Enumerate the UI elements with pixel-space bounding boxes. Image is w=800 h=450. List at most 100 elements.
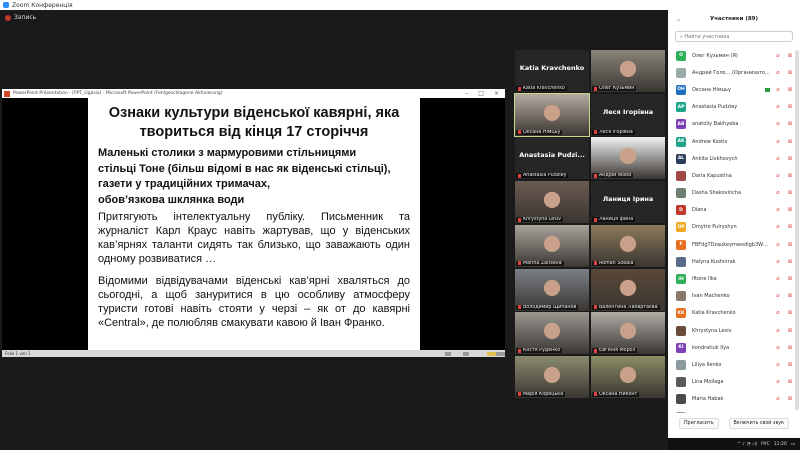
muted-mic-icon[interactable]: ⌀ xyxy=(774,242,782,248)
participant-row[interactable]: Halyna Kushnirak ⌀ ⊠ xyxy=(668,253,794,270)
muted-mic-icon[interactable]: ⌀ xyxy=(774,70,782,76)
participant-row[interactable]: KI kondratiuk Ilya ⌀ ⊠ xyxy=(668,339,794,356)
avatar: AP xyxy=(676,102,686,113)
participant-search-input[interactable]: ⌕ Найти участника xyxy=(675,31,793,42)
video-off-icon[interactable]: ⊠ xyxy=(786,293,794,299)
muted-mic-icon[interactable]: ⌀ xyxy=(774,207,782,213)
video-off-icon[interactable]: ⊠ xyxy=(786,139,794,145)
tile-display-name: Anastasia Pudzi... xyxy=(519,151,585,160)
video-off-icon[interactable]: ⊠ xyxy=(786,242,794,248)
video-tile[interactable]: Євгенія Мороз xyxy=(591,312,665,355)
participant-row[interactable]: Maria Kovalskaa⌀⊠ xyxy=(668,408,794,413)
participant-row[interactable]: OH Оксана Німцьу ⌀ ⊠ xyxy=(668,81,794,98)
participant-row[interactable]: Liliya Ilenko ⌀ ⊠ xyxy=(668,356,794,373)
video-tile[interactable]: Леся Ігорівна Леся Ігорівна xyxy=(591,93,665,136)
participant-row[interactable]: AK Andrew Kostiv ⌀ ⊠ xyxy=(668,133,794,150)
video-off-icon[interactable]: ⊠ xyxy=(786,224,794,230)
video-tile[interactable]: Khrystyna Lesiv xyxy=(515,181,589,224)
video-off-icon[interactable]: ⊠ xyxy=(786,362,794,368)
video-off-icon[interactable]: ⊠ xyxy=(786,328,794,334)
notification-icon[interactable]: ▭ xyxy=(791,442,795,447)
recording-indicator[interactable]: Запись xyxy=(5,14,36,21)
video-off-icon[interactable]: ⊠ xyxy=(786,396,794,402)
unmute-button[interactable]: Включить свой звук xyxy=(728,418,790,429)
scrollbar[interactable] xyxy=(795,50,799,410)
video-off-icon[interactable]: ⊠ xyxy=(786,87,794,93)
participant-row[interactable]: O Олег Кузьмин (Я) ⌀ ⊠ xyxy=(668,47,794,64)
muted-mic-icon[interactable]: ⌀ xyxy=(774,396,782,402)
video-off-icon[interactable]: ⊠ xyxy=(786,310,794,316)
video-tile[interactable]: Roman Sobala xyxy=(591,224,665,267)
muted-mic-icon xyxy=(594,217,597,222)
video-off-icon[interactable]: ⊠ xyxy=(786,207,794,213)
video-off-icon[interactable]: ⊠ xyxy=(786,104,794,110)
slide-paragraph: Відомими відвідувачами віденські кав’ярн… xyxy=(98,275,410,329)
muted-mic-icon[interactable]: ⌀ xyxy=(774,121,782,127)
muted-mic-icon[interactable]: ⌀ xyxy=(774,379,782,385)
clock: 11:20 xyxy=(773,441,787,447)
video-tile[interactable]: Оксана Никонт xyxy=(591,355,665,398)
muted-mic-icon[interactable]: ⌀ xyxy=(774,362,782,368)
video-tile[interactable]: Олег Кузьмин xyxy=(591,50,665,92)
muted-mic-icon[interactable]: ⌀ xyxy=(774,87,782,93)
maximize-icon[interactable]: □ xyxy=(478,90,484,97)
video-off-icon[interactable]: ⊠ xyxy=(786,121,794,127)
participant-row[interactable]: Daria Kapustina ⌀ ⊠ xyxy=(668,167,794,184)
muted-mic-icon[interactable]: ⌀ xyxy=(774,156,782,162)
participant-row[interactable]: Андрей Голо... (Организатор) ⌀ ⊠ xyxy=(668,64,794,81)
participant-row[interactable]: AL Ankita Livkhovych ⌀ ⊠ xyxy=(668,150,794,167)
muted-mic-icon[interactable]: ⌀ xyxy=(774,190,782,196)
video-tile[interactable]: Ланиця Ірина Ланиця Ірина xyxy=(591,181,665,224)
minimize-icon[interactable]: – xyxy=(465,90,468,97)
view-controls[interactable] xyxy=(445,351,505,356)
muted-mic-icon[interactable]: ⌀ xyxy=(774,224,782,230)
participant-row[interactable]: Dasha Shakovincha ⌀ ⊠ xyxy=(668,185,794,202)
video-tile[interactable]: Костя Руденко xyxy=(515,312,589,355)
muted-mic-icon[interactable]: ⌀ xyxy=(774,139,782,145)
participant-row[interactable]: KK Katia Kravchenko ⌀ ⊠ xyxy=(668,305,794,322)
video-off-icon[interactable]: ⊠ xyxy=(786,190,794,196)
participant-row[interactable]: IH Iftone Ilka ⌀ ⊠ xyxy=(668,270,794,287)
close-icon[interactable]: × xyxy=(494,90,499,97)
muted-mic-icon[interactable]: ⌀ xyxy=(774,310,782,316)
video-tile[interactable]: Marina Zaitseva xyxy=(515,224,589,267)
video-off-icon[interactable]: ⊠ xyxy=(786,276,794,282)
video-tile[interactable]: Андрій Wood xyxy=(591,137,665,180)
collapse-chevron-icon[interactable]: ⌄ xyxy=(676,16,681,23)
video-off-icon[interactable]: ⊠ xyxy=(786,53,794,59)
participant-row[interactable]: Lina Mollaga ⌀ ⊠ xyxy=(668,374,794,391)
video-off-icon[interactable]: ⊠ xyxy=(786,345,794,351)
participant-row[interactable]: AB anatoliy Bakhyeba ⌀ ⊠ xyxy=(668,116,794,133)
participant-row[interactable]: DP Dmytro Pulryshyn ⌀ ⊠ xyxy=(668,219,794,236)
video-tile[interactable]: Оксана Німцьу xyxy=(514,92,590,137)
video-off-icon[interactable]: ⊠ xyxy=(786,379,794,385)
muted-mic-icon[interactable]: ⌀ xyxy=(774,328,782,334)
avatar xyxy=(676,170,686,181)
participant-row[interactable]: D Diana ⌀ ⊠ xyxy=(668,202,794,219)
participant-name: Halyna Kushnirak xyxy=(692,258,736,265)
muted-mic-icon[interactable]: ⌀ xyxy=(774,173,782,179)
video-tile[interactable]: Katia Kravchenko Katia Kravchenko xyxy=(515,50,589,92)
participant-row[interactable]: F FBFdgTDzaukeymwodigb3WTAe... ⌀ ⊠ xyxy=(668,236,794,253)
muted-mic-icon[interactable]: ⌀ xyxy=(774,53,782,59)
video-off-icon[interactable]: ⊠ xyxy=(786,70,794,76)
participant-row[interactable]: Maria Habak ⌀ ⊠ xyxy=(668,391,794,408)
tray-icons[interactable]: ^ ♪ ◔ ◁) xyxy=(737,442,757,447)
muted-mic-icon[interactable]: ⌀ xyxy=(774,345,782,351)
participant-row[interactable]: Khrystyna Lesiv ⌀ ⊠ xyxy=(668,322,794,339)
muted-mic-icon[interactable]: ⌀ xyxy=(774,293,782,299)
participant-row[interactable]: AP Anastasia Pudziey ⌀ ⊠ xyxy=(668,99,794,116)
video-tile[interactable]: Валентина Лабартаєва xyxy=(591,268,665,311)
video-off-icon[interactable]: ⊠ xyxy=(786,156,794,162)
muted-mic-icon[interactable]: ⌀ xyxy=(774,259,782,265)
muted-mic-icon[interactable]: ⌀ xyxy=(774,104,782,110)
video-tile[interactable]: Марія Корецька xyxy=(515,355,589,398)
video-tile[interactable]: Anastasia Pudzi... Anastasia Pudziey xyxy=(515,137,589,180)
invite-button[interactable]: Пригласить xyxy=(678,418,719,429)
participant-row[interactable]: Ivan Machenko ⌀ ⊠ xyxy=(668,288,794,305)
video-off-icon[interactable]: ⊠ xyxy=(786,173,794,179)
language-indicator[interactable]: РУС xyxy=(761,442,770,447)
video-off-icon[interactable]: ⊠ xyxy=(786,259,794,265)
muted-mic-icon[interactable]: ⌀ xyxy=(774,276,782,282)
video-tile[interactable]: Володимир Щипанов xyxy=(515,268,589,311)
